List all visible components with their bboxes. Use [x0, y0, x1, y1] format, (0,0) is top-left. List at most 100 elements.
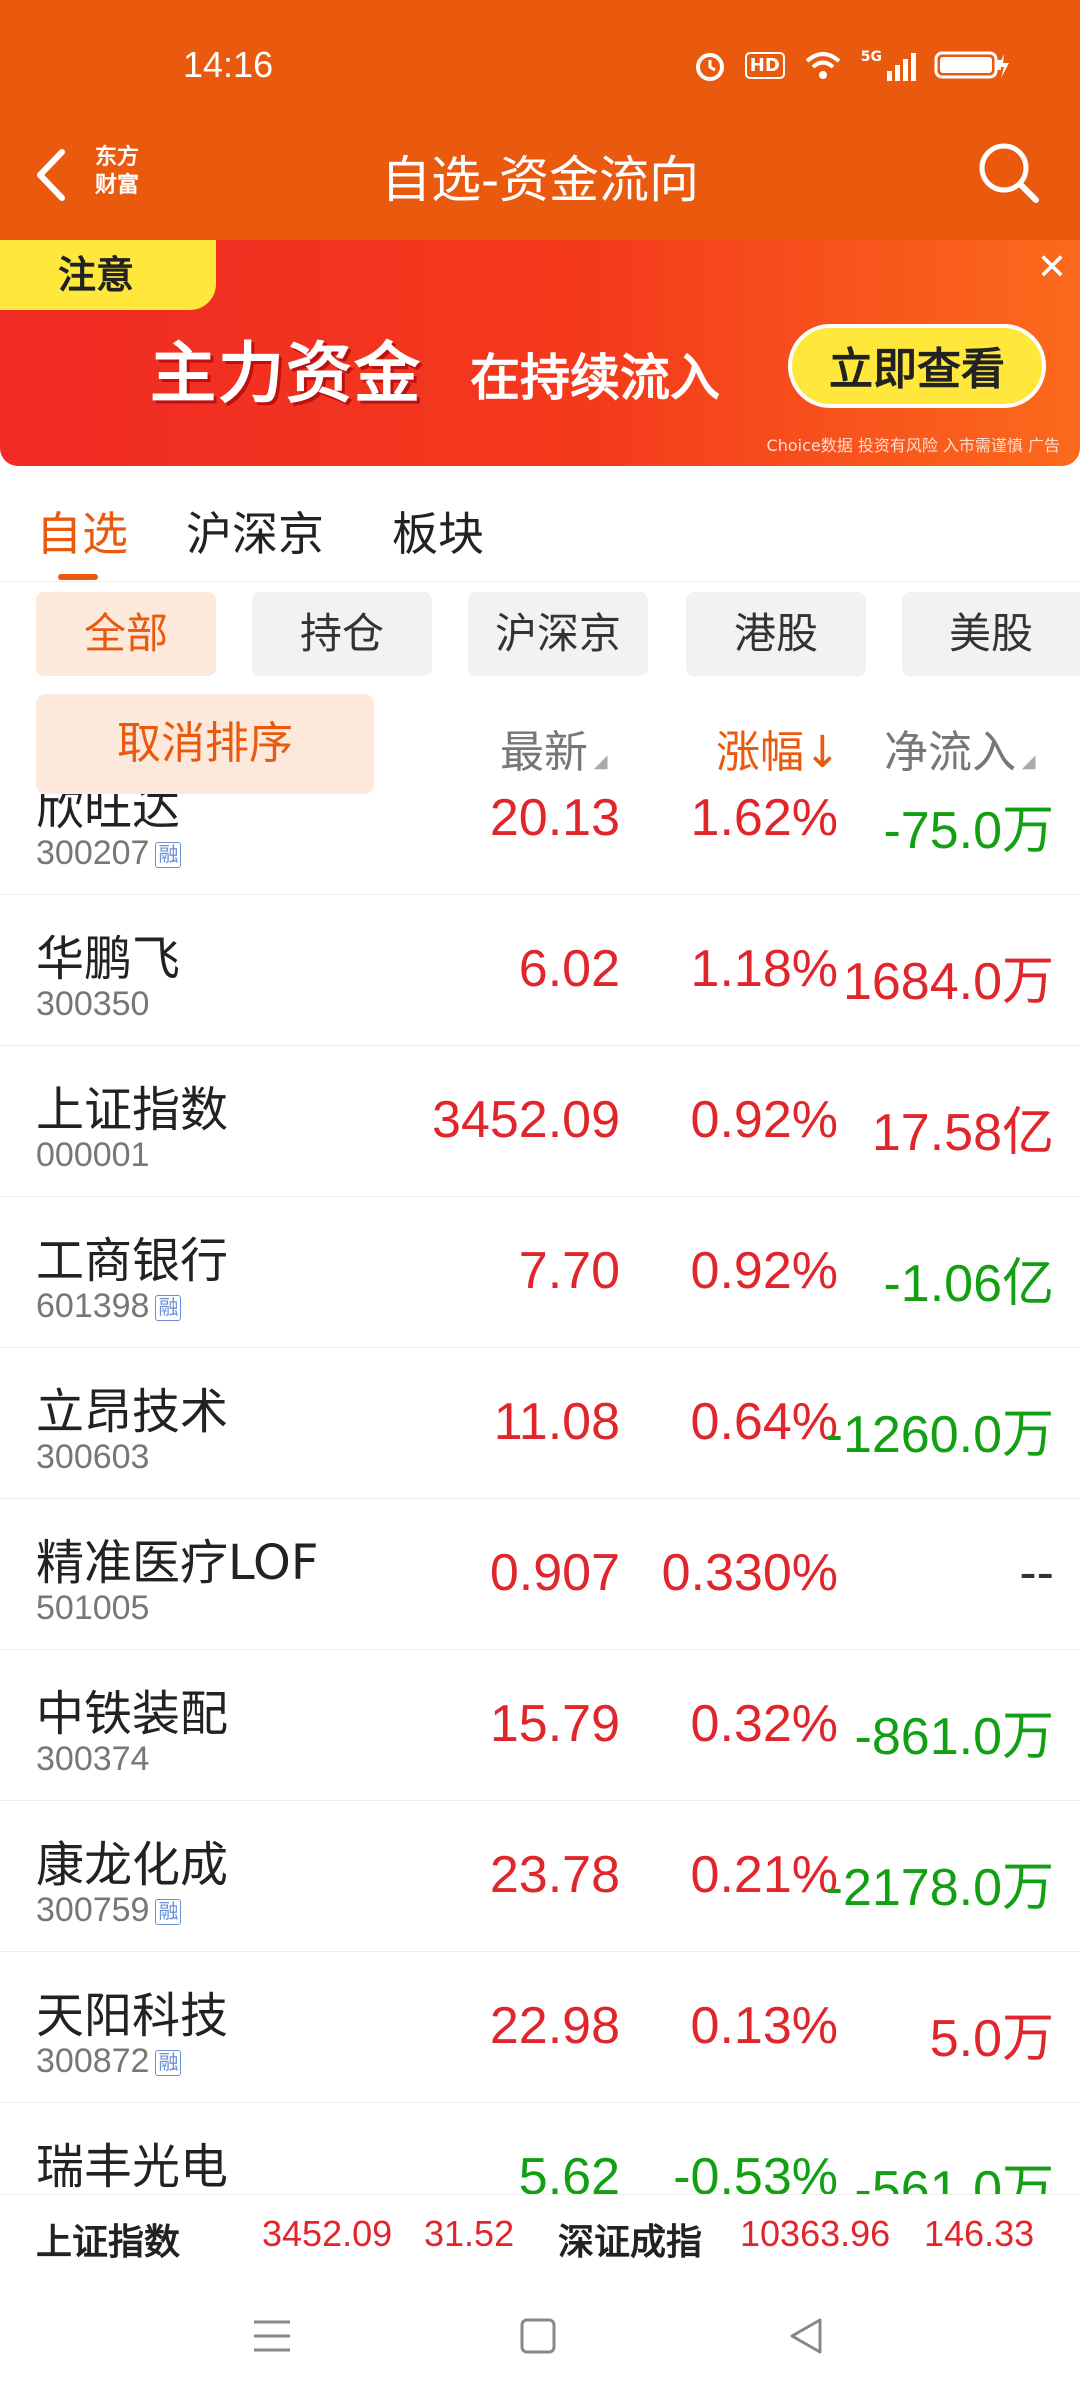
stock-code: 300759 融 [36, 1891, 182, 1930]
latest-price: 7.70 [518, 1242, 620, 1300]
net-inflow: 17.58亿 [871, 1104, 1054, 1162]
table-row[interactable]: 天阳科技 300872 融 22.98 0.13% 5.0万 [0, 1952, 1080, 2103]
sort-triangle-icon: ◢ [1016, 751, 1036, 772]
top-bar: 14:16 HD 5G 东方 财富 自选-资金流向 [0, 0, 1080, 240]
latest-price: 6.02 [518, 940, 620, 998]
table-row[interactable]: 上证指数 000001 3452.09 0.92% 17.58亿 [0, 1046, 1080, 1197]
banner-view-button[interactable]: 立即查看 [788, 324, 1046, 408]
market-filter: 全部 持仓 沪深京 港股 美股 [0, 592, 1080, 678]
column-change[interactable]: 涨幅↓ [716, 716, 841, 780]
stock-name: 欣旺达 [36, 794, 181, 836]
chip-hk[interactable]: 港股 [686, 592, 866, 676]
latest-price: 3452.09 [432, 1091, 620, 1149]
latest-price: 15.79 [489, 1695, 620, 1753]
latest-price: 23.78 [489, 1846, 620, 1904]
table-row[interactable]: 工商银行 601398 融 7.70 0.92% -1.06亿 [0, 1197, 1080, 1348]
table-row[interactable]: 中铁装配 300374 15.79 0.32% -861.0万 [0, 1650, 1080, 1801]
change-percent: 1.18% [690, 940, 838, 998]
stock-name: 天阳科技 [36, 1988, 229, 2044]
net-inflow: -75.0万 [883, 802, 1054, 860]
tab-active-indicator [58, 574, 98, 580]
table-row[interactable]: 欣旺达 300207 融 20.13 1.62% -75.0万 [0, 794, 1080, 895]
latest-price: 22.98 [489, 1997, 620, 2055]
stock-code: 000001 [36, 1136, 150, 1174]
menu-icon[interactable] [242, 2306, 302, 2366]
table-row[interactable]: 康龙化成 300759 融 23.78 0.21% -2178.0万 [0, 1801, 1080, 1952]
banner-footer: Choice数据 投资有风险 入市需谨慎 广告 [766, 436, 1060, 455]
promo-banner[interactable]: 注意 主力资金 在持续流入 立即查看 Choice数据 投资有风险 入市需谨慎 … [0, 240, 1080, 466]
cancel-sort-button[interactable]: 取消排序 [36, 694, 374, 794]
title-bar: 东方 财富 自选-资金流向 [0, 130, 1080, 220]
margin-badge: 融 [155, 1899, 182, 1926]
chip-us[interactable]: 美股 [902, 592, 1080, 676]
tab-sectors[interactable]: 板块 [392, 498, 484, 564]
column-net-inflow[interactable]: 净流入 ◢ [884, 716, 1036, 780]
column-latest[interactable]: 最新 ◢ [500, 716, 608, 780]
stock-code: 300350 [36, 985, 150, 1023]
banner-headline: 主力资金 [150, 335, 422, 412]
ticker-sz-label: 深证成指 [558, 2222, 703, 2263]
table-row[interactable]: 瑞丰光电 5.62 -0.53% -561.0万 [0, 2103, 1080, 2194]
change-percent: 0.92% [690, 1242, 838, 1300]
stock-name: 精准医疗LOF [36, 1535, 319, 1591]
ticker-sh-change: 31.52 [424, 2213, 515, 2254]
stock-list: 欣旺达 300207 融 20.13 1.62% -75.0万 华鹏飞 30035… [0, 794, 1080, 2194]
alarm-icon [695, 53, 724, 81]
tab-watchlist[interactable]: 自选 [36, 498, 128, 564]
stock-name: 上证指数 [36, 1082, 229, 1138]
chip-all[interactable]: 全部 [36, 592, 216, 676]
ticker-sz-value: 10363.96 [740, 2213, 891, 2254]
banner-subline: 在持续流入 [470, 349, 720, 407]
net-inflow: -- [1019, 1544, 1054, 1602]
stock-code: 501005 [36, 1589, 150, 1627]
tab-hushenjing[interactable]: 沪深京 [186, 498, 324, 564]
banner-close-icon[interactable]: ✕ [1024, 240, 1080, 296]
net-inflow: 5.0万 [929, 2010, 1054, 2068]
change-percent: 0.32% [690, 1695, 838, 1753]
stock-code: 300207 融 [36, 834, 182, 873]
home-icon[interactable] [508, 2306, 568, 2366]
status-bar: 14:16 HD 5G [0, 44, 1080, 94]
ticker-sh-label: 上证指数 [36, 2222, 181, 2263]
net-inflow: -1260.0万 [825, 1406, 1054, 1464]
latest-price: 20.13 [489, 794, 620, 847]
stock-name: 华鹏飞 [36, 931, 181, 987]
system-nav-bar [0, 2278, 1080, 2400]
search-icon[interactable] [972, 136, 1044, 208]
net-inflow: -2178.0万 [825, 1859, 1054, 1917]
net-inflow: -1.06亿 [883, 1255, 1054, 1313]
chip-hushenjing[interactable]: 沪深京 [468, 592, 648, 676]
net-inflow: -861.0万 [854, 1708, 1054, 1766]
ticker-sh-value: 3452.09 [262, 2213, 393, 2254]
change-percent: 0.21% [690, 1846, 838, 1904]
margin-badge: 融 [155, 842, 182, 869]
table-row[interactable]: 华鹏飞 300350 6.02 1.18% 1684.0万 [0, 895, 1080, 1046]
latest-price: 0.907 [489, 1544, 620, 1602]
table-row[interactable]: 精准医疗LOF 501005 0.907 0.330% -- [0, 1499, 1080, 1650]
change-percent: 0.13% [690, 1997, 838, 2055]
margin-badge: 融 [155, 1295, 182, 1322]
latest-price: 5.62 [518, 2148, 620, 2194]
table-row[interactable]: 立昂技术 300603 11.08 0.64% -1260.0万 [0, 1348, 1080, 1499]
stock-name: 康龙化成 [36, 1837, 229, 1893]
net-inflow: 1684.0万 [842, 953, 1054, 1011]
sort-header: 取消排序 最新 ◢ 涨幅↓ 净流入 ◢ [0, 694, 1080, 794]
wifi-icon [805, 52, 841, 79]
back-icon[interactable] [776, 2306, 836, 2366]
change-percent: 0.330% [661, 1544, 838, 1602]
stock-name: 中铁装配 [36, 1686, 229, 1742]
change-percent: -0.53% [673, 2148, 838, 2194]
net-inflow: -561.0万 [854, 2161, 1054, 2194]
banner-tag: 注意 [0, 240, 216, 310]
status-icons: HD 5G [693, 48, 1010, 82]
index-ticker[interactable]: 上证指数 3452.09 31.52 深证成指 10363.96 146.33 [0, 2194, 1080, 2278]
main-tabs: 自选 沪深京 板块 [0, 466, 1080, 582]
change-percent: 0.64% [690, 1393, 838, 1451]
stock-name: 工商银行 [36, 1233, 229, 1289]
change-percent: 1.62% [690, 794, 838, 847]
latest-price: 11.08 [493, 1393, 620, 1451]
chip-holdings[interactable]: 持仓 [252, 592, 432, 676]
stock-name: 瑞丰光电 [36, 2139, 229, 2194]
stock-name: 立昂技术 [36, 1384, 229, 1440]
ticker-sz-change: 146.33 [924, 2213, 1035, 2254]
